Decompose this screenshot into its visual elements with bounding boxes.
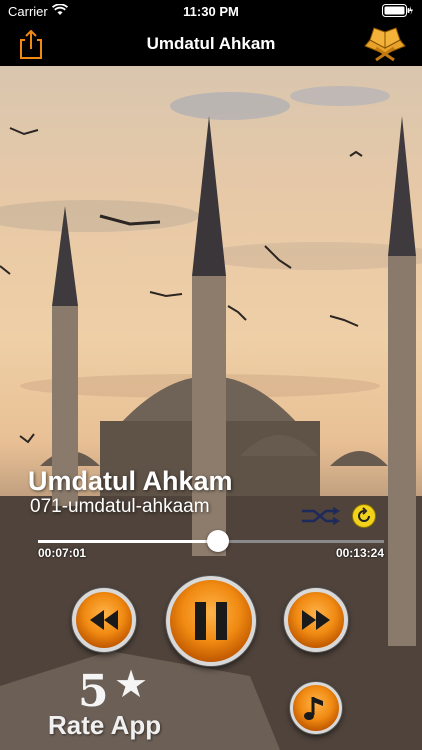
music-note-icon (304, 697, 323, 720)
battery-icon (382, 4, 413, 17)
total-time: 00:13:24 (335, 546, 384, 560)
status-time: 11:30 PM (183, 4, 239, 19)
track-subtitle: 071-umdatul-ahkaam (30, 496, 210, 517)
star-icon: ★ (114, 664, 149, 706)
rewind-icon (90, 610, 118, 630)
music-list-button[interactable] (290, 682, 342, 734)
pause-icon (195, 602, 227, 640)
rewind-button[interactable] (72, 588, 136, 652)
quran-book-icon[interactable] (362, 26, 408, 62)
page-title: Umdatul Ahkam (146, 34, 276, 53)
rate-app-label: Rate App (48, 710, 162, 740)
fast-forward-button[interactable] (284, 588, 348, 652)
elapsed-time: 00:07:01 (38, 546, 87, 560)
status-bar: Carrier 11:30 PM (0, 0, 422, 22)
pause-button[interactable] (166, 576, 256, 666)
track-title: Umdatul Ahkam (28, 466, 233, 496)
repeat-icon (358, 507, 370, 522)
fast-forward-icon (302, 610, 330, 630)
progress-thumb[interactable] (206, 530, 229, 552)
shuffle-icon[interactable] (300, 506, 340, 526)
repeat-button[interactable] (352, 504, 376, 528)
progress-fill (38, 540, 218, 543)
navigation-bar: Umdatul Ahkam (0, 22, 422, 66)
rate-app-button[interactable]: 5 ★ Rate App (48, 660, 208, 744)
